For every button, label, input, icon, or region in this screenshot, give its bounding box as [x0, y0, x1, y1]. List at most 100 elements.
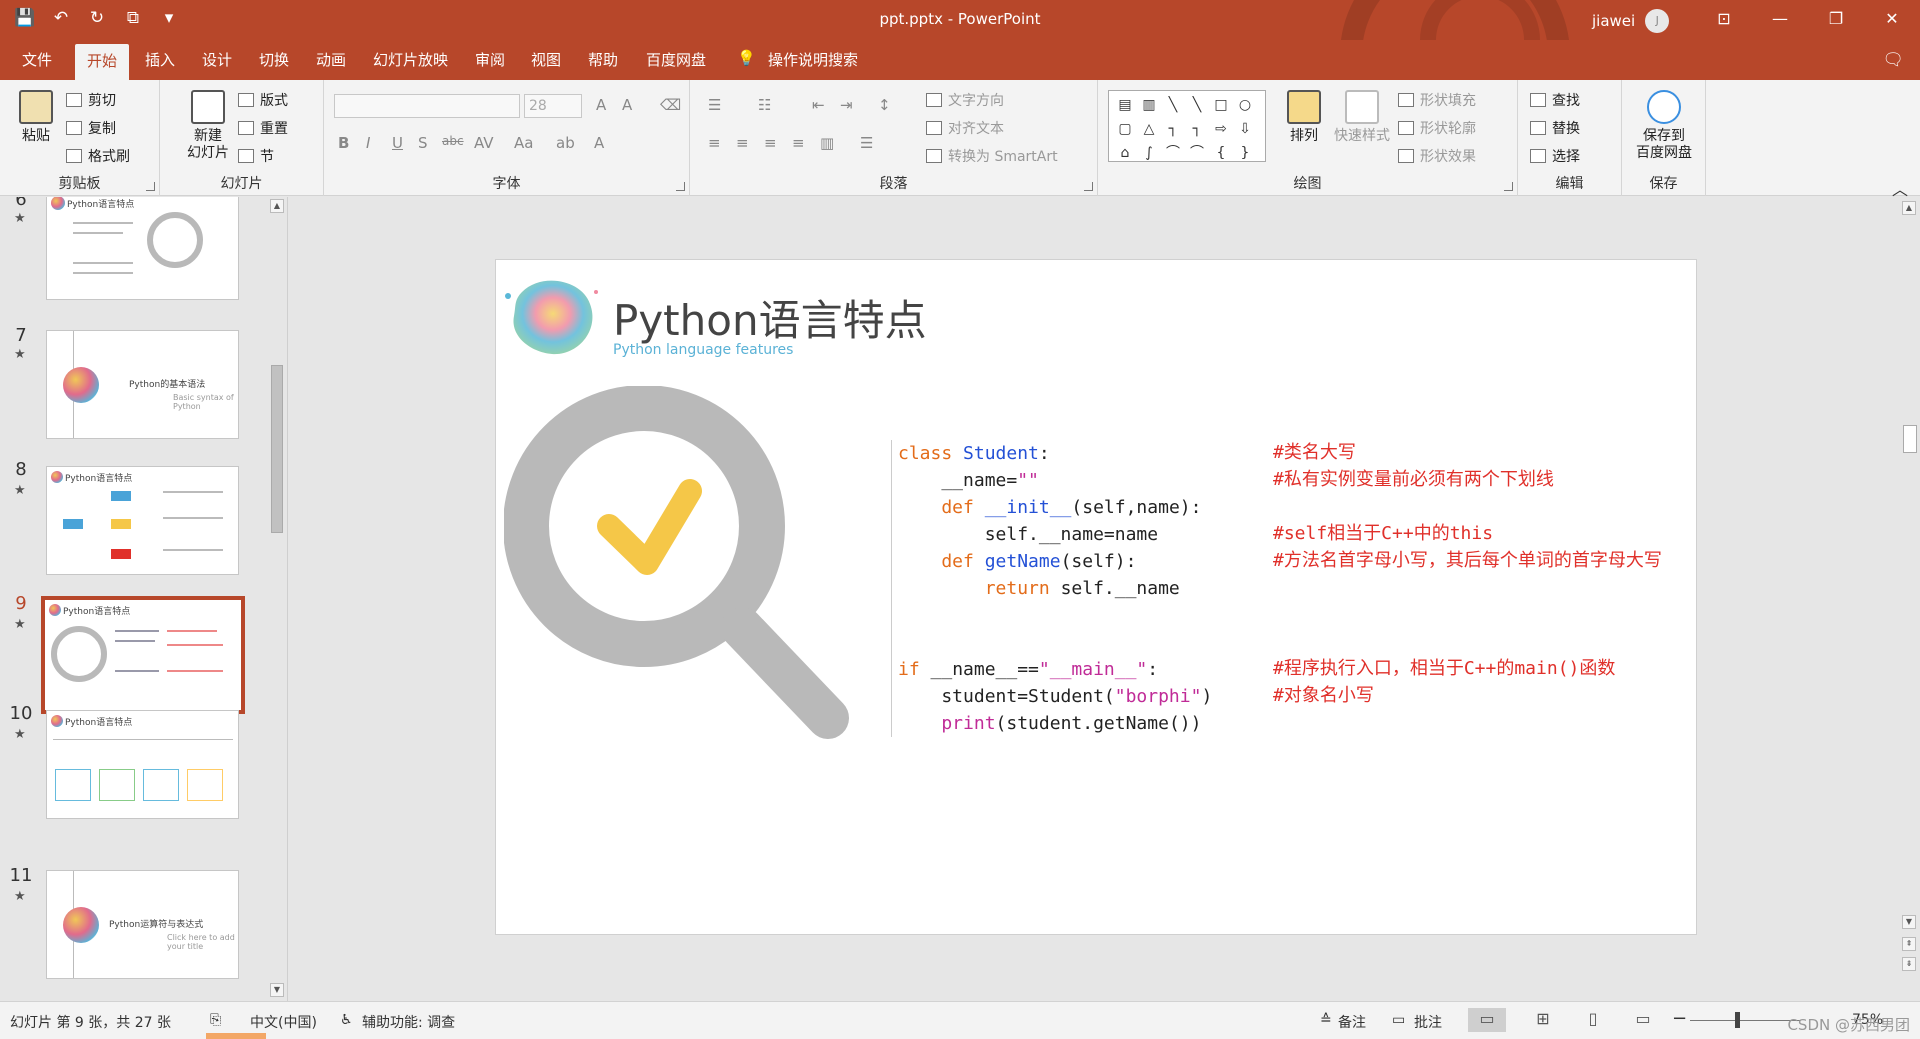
- arc2-icon[interactable]: ⌒: [1185, 141, 1209, 165]
- tab-file[interactable]: 文件: [22, 49, 52, 70]
- next-slide-icon[interactable]: ⇟: [1902, 957, 1916, 971]
- tab-insert[interactable]: 插入: [145, 49, 175, 70]
- previous-slide-icon[interactable]: ⇞: [1902, 937, 1916, 951]
- bold-icon[interactable]: B: [338, 134, 349, 152]
- font-launcher[interactable]: [676, 182, 685, 191]
- arrange-button[interactable]: 排列: [1284, 90, 1324, 145]
- paste-button[interactable]: 粘贴: [14, 90, 58, 145]
- drawing-launcher[interactable]: [1504, 182, 1513, 191]
- minimize-icon[interactable]: —: [1752, 0, 1808, 40]
- slideshow-view-icon[interactable]: ▭: [1624, 1008, 1662, 1032]
- thumbnail-slide-10[interactable]: Python语言特点: [46, 710, 239, 819]
- scroll-up-icon[interactable]: ▲: [270, 199, 284, 213]
- textbox-icon[interactable]: ▤: [1113, 93, 1137, 117]
- thumbnail-slide-8[interactable]: Python语言特点: [46, 466, 239, 575]
- tab-help[interactable]: 帮助: [588, 49, 618, 70]
- scroll-up-icon[interactable]: ▲: [1902, 201, 1916, 215]
- thumbnail-scrollbar[interactable]: ▲ ▼: [268, 197, 286, 1001]
- quick-styles-button[interactable]: 快速样式: [1330, 90, 1394, 145]
- align-center-icon[interactable]: ≡: [736, 134, 749, 152]
- accessibility-status[interactable]: 辅助功能: 调查: [362, 1012, 455, 1032]
- change-case-icon[interactable]: Aa: [514, 134, 533, 152]
- align-left-icon[interactable]: ≡: [708, 134, 721, 152]
- tab-home[interactable]: 开始: [75, 44, 130, 81]
- comment-icon[interactable]: 🗨: [1882, 50, 1904, 70]
- italic-icon[interactable]: I: [366, 134, 370, 152]
- decrease-indent-icon[interactable]: ⇤: [812, 96, 825, 114]
- columns-icon[interactable]: ▥: [820, 134, 834, 152]
- reading-view-icon[interactable]: ▯: [1574, 1008, 1612, 1032]
- line2-icon[interactable]: ╲: [1185, 93, 1209, 117]
- shape-outline-button[interactable]: 形状轮廓: [1398, 118, 1476, 138]
- paragraph-launcher[interactable]: [1084, 182, 1093, 191]
- arrow-right-icon[interactable]: ⇨: [1209, 117, 1233, 141]
- bullets-icon[interactable]: ☰: [708, 96, 721, 114]
- copy-button[interactable]: 复制: [66, 118, 116, 138]
- thumbnail-slide-9[interactable]: Python语言特点: [41, 596, 245, 714]
- select-button[interactable]: 选择: [1530, 146, 1580, 166]
- slide-sorter-icon[interactable]: ⊞: [1524, 1008, 1562, 1032]
- tab-baidu[interactable]: 百度网盘: [646, 49, 706, 70]
- shrink-font-icon[interactable]: A: [622, 96, 632, 114]
- close-icon[interactable]: ✕: [1864, 0, 1920, 40]
- line-icon[interactable]: ╲: [1161, 93, 1185, 117]
- scrollbar-thumb[interactable]: [271, 365, 283, 533]
- save-to-baidu-button[interactable]: 保存到 百度网盘: [1628, 90, 1700, 162]
- notes-button[interactable]: 备注: [1338, 1012, 1366, 1032]
- tab-design[interactable]: 设计: [202, 49, 232, 70]
- code-block[interactable]: class Student: __name="" def __init__(se…: [891, 440, 1212, 737]
- replace-button[interactable]: 替换: [1530, 118, 1580, 138]
- shape-effects-button[interactable]: 形状效果: [1398, 146, 1476, 166]
- tab-transitions[interactable]: 切换: [259, 49, 289, 70]
- spellcheck-icon[interactable]: ⎘: [210, 1012, 221, 1028]
- reset-button[interactable]: 重置: [238, 118, 288, 138]
- clear-format-icon[interactable]: ⌫: [660, 96, 681, 114]
- font-color-icon[interactable]: A: [594, 134, 604, 152]
- rect-icon[interactable]: □: [1209, 93, 1233, 117]
- magnifier-check-graphic[interactable]: [504, 386, 864, 756]
- grow-font-icon[interactable]: A: [596, 96, 606, 114]
- new-slide-button[interactable]: 新建 幻灯片: [176, 90, 240, 162]
- ribbon-display-icon[interactable]: ⊡: [1696, 0, 1752, 40]
- scribble-icon[interactable]: ∫: [1137, 141, 1161, 165]
- scroll-down-icon[interactable]: ▼: [270, 983, 284, 997]
- user-account[interactable]: jiawei J: [1592, 9, 1670, 33]
- font-family-select[interactable]: [334, 94, 520, 118]
- restore-icon[interactable]: ❐: [1808, 0, 1864, 40]
- scrollbar-thumb[interactable]: [1903, 425, 1917, 453]
- slide-scrollbar[interactable]: ▲ ▼ ⇞ ⇟: [1900, 197, 1920, 1001]
- arc-icon[interactable]: ⌒: [1161, 141, 1185, 165]
- highlight-icon[interactable]: ab: [556, 134, 575, 152]
- format-painter-button[interactable]: 格式刷: [66, 146, 130, 166]
- elbow-icon[interactable]: ┐: [1185, 117, 1209, 141]
- tab-review[interactable]: 审阅: [475, 49, 505, 70]
- thumbnail-slide-6[interactable]: Python语言特点: [46, 197, 239, 300]
- comments-button[interactable]: 批注: [1414, 1012, 1442, 1032]
- vtextbox-icon[interactable]: ▥: [1137, 93, 1161, 117]
- paragraph-align-icon[interactable]: ☰: [860, 134, 873, 152]
- tab-view[interactable]: 视图: [531, 49, 561, 70]
- rounded-rect-icon[interactable]: ▢: [1113, 117, 1137, 141]
- section-button[interactable]: 节: [238, 146, 274, 166]
- freeform-icon[interactable]: ⌂: [1113, 141, 1137, 165]
- find-button[interactable]: 查找: [1530, 90, 1580, 110]
- tab-slideshow[interactable]: 幻灯片放映: [373, 49, 448, 70]
- justify-icon[interactable]: ≡: [792, 134, 805, 152]
- increase-indent-icon[interactable]: ⇥: [840, 96, 853, 114]
- triangle-icon[interactable]: △: [1137, 117, 1161, 141]
- numbering-icon[interactable]: ☷: [758, 96, 771, 114]
- underline-icon[interactable]: U: [392, 134, 403, 152]
- font-size-select[interactable]: 28: [524, 94, 582, 118]
- smartart-button[interactable]: 转换为 SmartArt: [926, 146, 1058, 166]
- cut-button[interactable]: 剪切: [66, 90, 116, 110]
- connector-icon[interactable]: ┐: [1161, 117, 1185, 141]
- shape-fill-button[interactable]: 形状填充: [1398, 90, 1476, 110]
- zoom-out-icon[interactable]: −: [1672, 1008, 1687, 1029]
- line-spacing-icon[interactable]: ↕: [878, 96, 891, 114]
- clipboard-launcher[interactable]: [146, 182, 155, 191]
- align-right-icon[interactable]: ≡: [764, 134, 777, 152]
- tell-me-search[interactable]: 操作说明搜索: [768, 49, 858, 70]
- strikethrough-icon[interactable]: abc: [442, 134, 464, 148]
- brace-left-icon[interactable]: {: [1209, 141, 1233, 165]
- brace-right-icon[interactable]: }: [1233, 141, 1257, 165]
